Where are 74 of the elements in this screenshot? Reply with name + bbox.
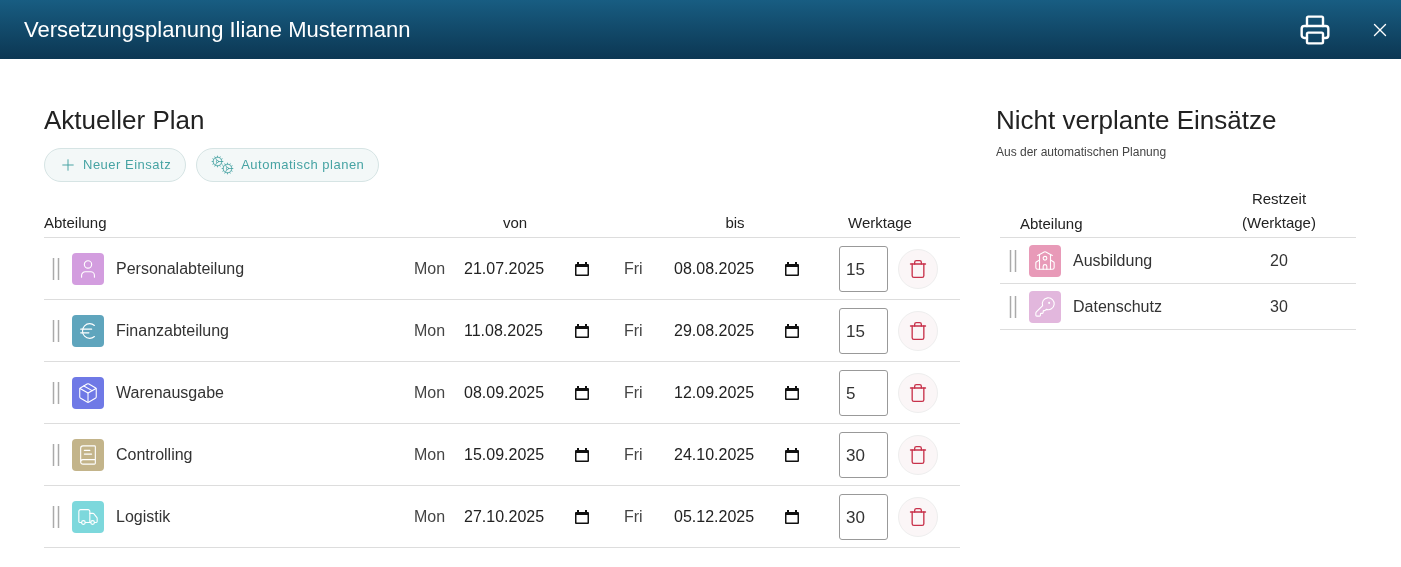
date-field[interactable]: 15.09.2025 xyxy=(464,442,594,467)
remaining-days: 30 xyxy=(1270,294,1288,319)
section-heading: Aktueller Plan xyxy=(44,104,206,137)
date-field[interactable]: 21.07.2025 xyxy=(464,256,594,281)
delete-button[interactable] xyxy=(898,372,938,413)
weekday-label: Fri xyxy=(624,259,643,277)
department-name: Logistik xyxy=(116,506,171,527)
window-title: Versetzungsplanung Iliane Mustermann xyxy=(24,16,411,44)
date-field[interactable]: 11.08.2025 xyxy=(464,318,594,343)
department-name: Ausbildung xyxy=(1073,250,1153,271)
calendar-icon[interactable] xyxy=(784,322,800,339)
column-header: Abteilung xyxy=(1020,214,1083,232)
weekday-label: Mon xyxy=(414,321,446,339)
delete-button[interactable] xyxy=(898,434,938,475)
weekday-label: Fri xyxy=(624,445,643,463)
calendar-icon[interactable] xyxy=(574,260,590,277)
delete-button[interactable] xyxy=(898,496,938,537)
department-name: Warenausgabe xyxy=(116,382,224,403)
drag-handle-icon[interactable] xyxy=(52,319,60,342)
date-field[interactable]: 08.09.2025 xyxy=(464,380,594,405)
section-heading: Nicht verplante Einsätze xyxy=(996,104,1278,137)
weekday-label: Fri xyxy=(624,383,643,401)
section-subtitle: Aus der automatischen Planung xyxy=(996,144,1168,161)
plus-icon xyxy=(59,156,77,174)
trash-icon xyxy=(908,382,928,403)
workdays-field[interactable]: 30 xyxy=(839,493,888,540)
drag-handle-icon[interactable] xyxy=(52,505,60,528)
column-header: Restzeit (Werktage) xyxy=(1241,189,1317,233)
column-header: Abteilung xyxy=(44,213,108,233)
calendar-icon[interactable] xyxy=(784,260,800,277)
workdays-field[interactable]: 5 xyxy=(839,369,888,416)
calendar-icon[interactable] xyxy=(574,446,590,463)
department-name: Personalabteilung xyxy=(116,258,245,279)
calendar-icon[interactable] xyxy=(784,508,800,525)
workdays-field[interactable]: 15 xyxy=(839,245,888,292)
drag-handle-icon[interactable] xyxy=(52,257,60,280)
calendar-icon[interactable] xyxy=(574,322,590,339)
drag-handle-icon[interactable] xyxy=(1009,249,1017,272)
drag-handle-icon[interactable] xyxy=(1009,295,1017,318)
date-field[interactable]: 29.08.2025 xyxy=(674,318,804,343)
trash-icon xyxy=(908,320,928,341)
calendar-icon[interactable] xyxy=(574,384,590,401)
trash-icon xyxy=(908,444,928,465)
calendar-icon[interactable] xyxy=(784,446,800,463)
drag-handle-icon[interactable] xyxy=(52,381,60,404)
date-field[interactable]: 05.12.2025 xyxy=(674,504,804,529)
date-field[interactable]: 12.09.2025 xyxy=(674,380,804,405)
date-field[interactable]: 27.10.2025 xyxy=(464,504,594,529)
calendar-icon[interactable] xyxy=(574,508,590,525)
weekday-label: Fri xyxy=(624,507,643,525)
delete-button[interactable] xyxy=(898,248,938,289)
date-field[interactable]: 08.08.2025 xyxy=(674,256,804,281)
department-name: Finanzabteilung xyxy=(116,320,229,341)
date-field[interactable]: 24.10.2025 xyxy=(674,442,804,467)
trash-icon xyxy=(908,506,928,527)
delete-button[interactable] xyxy=(898,310,938,351)
print-button[interactable] xyxy=(1299,13,1331,46)
weekday-label: Fri xyxy=(624,321,643,339)
department-name: Datenschutz xyxy=(1073,296,1162,317)
weekday-label: Mon xyxy=(414,259,446,277)
weekday-label: Mon xyxy=(414,383,446,401)
workdays-field[interactable]: 15 xyxy=(839,307,888,354)
weekday-label: Mon xyxy=(414,507,446,525)
column-header: bis xyxy=(725,213,745,233)
calendar-icon[interactable] xyxy=(784,384,800,401)
trash-icon xyxy=(908,258,928,279)
remaining-days: 20 xyxy=(1270,248,1288,273)
weekday-label: Mon xyxy=(414,445,446,463)
workdays-field[interactable]: 30 xyxy=(839,431,888,478)
gears-icon xyxy=(211,155,236,175)
column-header: von xyxy=(502,213,528,233)
drag-handle-icon[interactable] xyxy=(52,443,60,466)
column-header: Werktage xyxy=(848,214,912,231)
department-name: Controlling xyxy=(116,444,193,465)
